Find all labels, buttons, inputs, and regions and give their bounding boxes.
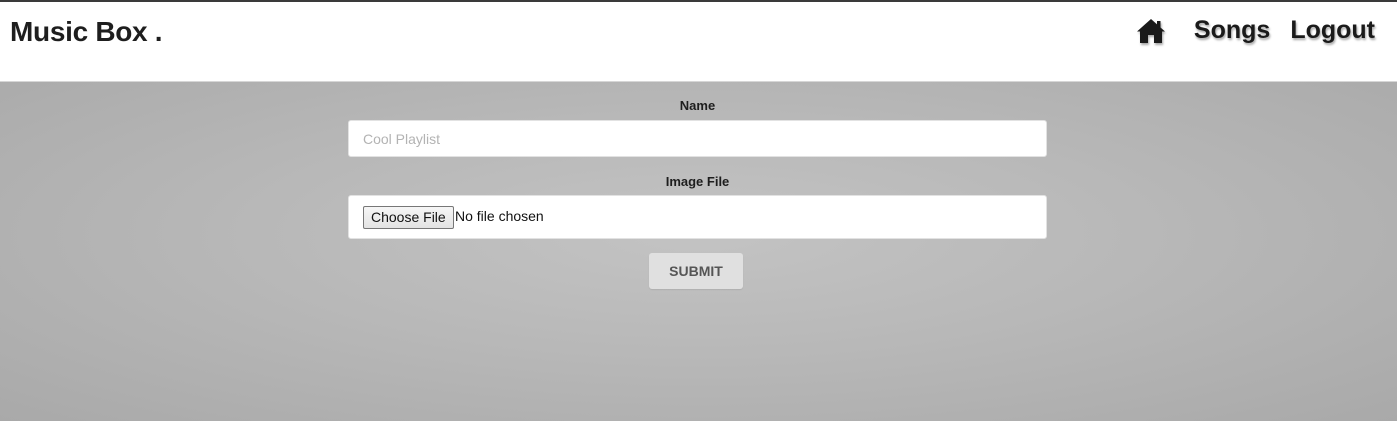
file-status-text: No file chosen: [455, 208, 544, 224]
name-input[interactable]: [348, 120, 1047, 157]
image-file-input[interactable]: Choose File No file chosen: [348, 195, 1047, 239]
image-file-label: Image File: [665, 174, 730, 189]
choose-file-button[interactable]: Choose File: [363, 206, 454, 229]
nav-songs-link[interactable]: Songs: [1194, 16, 1270, 45]
nav-logout-link[interactable]: Logout: [1290, 16, 1375, 45]
brand-logo[interactable]: Music Box .: [10, 16, 163, 48]
main-content: Name Image File Choose File No file chos…: [0, 82, 1397, 421]
name-label: Name: [679, 98, 716, 113]
submit-button[interactable]: SUBMIT: [649, 253, 743, 289]
site-header: Music Box . Songs Logout: [0, 2, 1397, 82]
main-nav: Songs Logout: [1136, 16, 1375, 45]
home-icon[interactable]: [1136, 18, 1166, 44]
